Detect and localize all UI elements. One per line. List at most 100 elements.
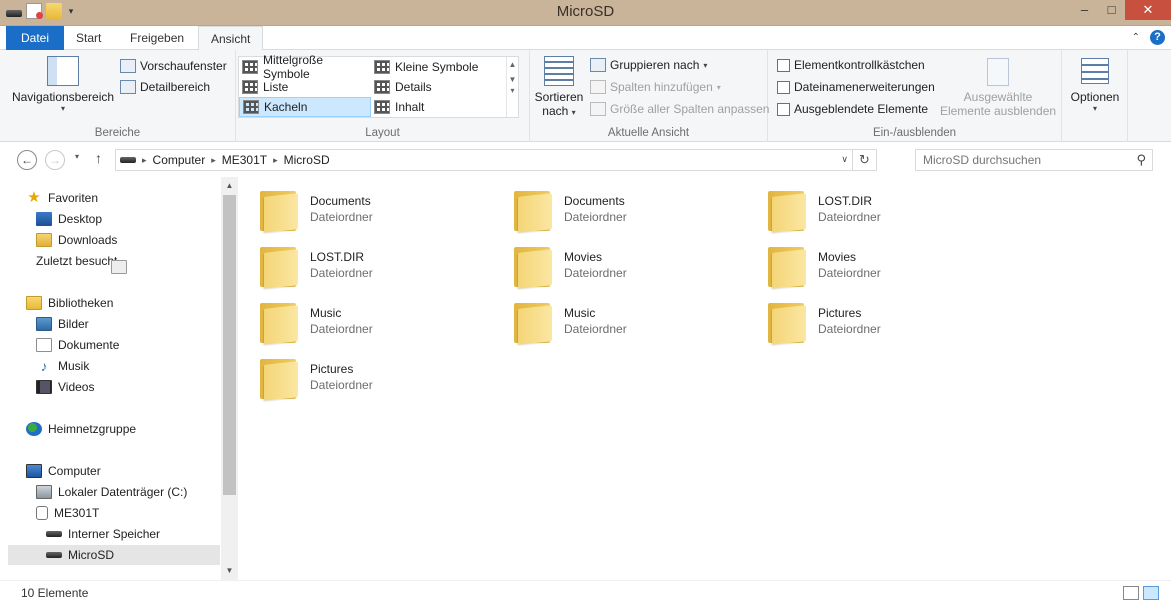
details-pane-button[interactable]: Detailbereich: [120, 77, 210, 97]
breadcrumb-computer[interactable]: Computer: [153, 153, 206, 167]
libraries-icon: [26, 296, 42, 310]
tree-dokumente[interactable]: Dokumente: [36, 335, 119, 355]
refresh-icon[interactable]: ↻: [852, 150, 876, 170]
list-item[interactable]: Documents Dateiordner: [260, 183, 500, 235]
back-button[interactable]: ←: [17, 150, 37, 170]
scrollbar-thumb[interactable]: [223, 195, 236, 495]
list-item[interactable]: Music Dateiordner: [514, 295, 754, 347]
large-icons-view-icon[interactable]: [1143, 586, 1159, 600]
tree-local-disk[interactable]: Lokaler Datenträger (C:): [36, 482, 187, 502]
preview-pane-button[interactable]: Vorschaufenster: [120, 56, 227, 76]
tree-heimnetzgruppe[interactable]: Heimnetzgruppe: [26, 419, 136, 439]
tiles-icon: [243, 100, 259, 114]
fit-columns-icon: [590, 102, 606, 116]
chevron-right-icon[interactable]: ▸: [273, 155, 278, 166]
device-icon: [36, 506, 48, 520]
music-icon: ♪: [40, 358, 48, 374]
sort-by-button[interactable]: Sortieren nach ▾: [534, 56, 584, 118]
list-item[interactable]: LOST.DIR Dateiordner: [768, 183, 1008, 235]
scroll-up-icon[interactable]: ▲: [221, 181, 238, 190]
navigation-pane-button[interactable]: Navigationsbereich ▾: [10, 56, 116, 113]
folder-icon: [768, 299, 808, 345]
scroll-up-icon[interactable]: ▲: [507, 60, 518, 69]
group-label-layout: Layout: [365, 127, 400, 139]
checkbox[interactable]: [777, 80, 790, 94]
list-item[interactable]: Music Dateiordner: [260, 295, 500, 347]
tab-start[interactable]: Start: [64, 26, 113, 50]
collapse-ribbon-icon[interactable]: ⌃: [1132, 32, 1140, 43]
group-by-button[interactable]: Gruppieren nach ▾: [590, 55, 707, 75]
layout-content[interactable]: Inhalt: [371, 97, 503, 117]
content-icon: [374, 100, 390, 114]
address-bar[interactable]: ▸ Computer ▸ ME301T ▸ MicroSD ∨ ↻: [115, 149, 877, 171]
help-icon[interactable]: ?: [1150, 30, 1165, 45]
tree-videos[interactable]: Videos: [36, 377, 94, 397]
group-ein-ausblenden: Elementkontrollkästchen Dateinamenerweit…: [768, 50, 1062, 142]
up-button[interactable]: ↑: [95, 150, 102, 166]
layout-details[interactable]: Details: [371, 77, 503, 97]
list-item[interactable]: Pictures Dateiordner: [768, 295, 1008, 347]
tree-interner-speicher[interactable]: Interner Speicher: [46, 524, 160, 544]
checkbox[interactable]: [777, 58, 790, 72]
gallery-expand-icon[interactable]: ▾: [507, 86, 518, 95]
layout-tiles[interactable]: Kacheln: [239, 97, 371, 117]
checkbox[interactable]: [777, 102, 790, 116]
file-extensions-toggle[interactable]: Dateinamenerweiterungen: [777, 77, 935, 97]
tree-desktop[interactable]: Desktop: [36, 209, 102, 229]
list-item[interactable]: LOST.DIR Dateiordner: [260, 239, 500, 291]
tab-ansicht[interactable]: Ansicht: [198, 26, 264, 51]
recent-locations-icon[interactable]: ▾: [75, 152, 79, 161]
navigation-scrollbar[interactable]: ▲ ▼: [221, 177, 238, 580]
tree-zuletzt-besucht[interactable]: Zuletzt besucht: [36, 251, 127, 274]
tree-downloads[interactable]: Downloads: [36, 230, 117, 250]
details-icon: [374, 80, 390, 94]
list-item[interactable]: Movies Dateiordner: [768, 239, 1008, 291]
group-optionen: Optionen ▾: [1062, 50, 1128, 142]
tree-microsd[interactable]: MicroSD: [8, 545, 220, 565]
layout-small-icons[interactable]: Kleine Symbole: [371, 57, 503, 77]
list-icon: [242, 80, 258, 94]
drive-icon: [120, 157, 136, 163]
search-input[interactable]: [916, 150, 1116, 170]
breadcrumb-microsd[interactable]: MicroSD: [284, 153, 330, 167]
list-item[interactable]: Movies Dateiordner: [514, 239, 754, 291]
sort-icon: [544, 56, 574, 86]
hide-selected-icon: [987, 58, 1009, 86]
tree-me301t[interactable]: ME301T: [36, 503, 99, 523]
breadcrumb-me301t[interactable]: ME301T: [222, 153, 267, 167]
group-label-aktuelle-ansicht: Aktuelle Ansicht: [607, 127, 690, 139]
tab-freigeben[interactable]: Freigeben: [118, 26, 196, 50]
address-dropdown-icon[interactable]: ∨: [841, 154, 848, 165]
medium-icons-icon: [242, 60, 258, 74]
details-view-icon[interactable]: [1123, 586, 1139, 600]
tree-computer[interactable]: Computer: [26, 461, 101, 481]
tree-musik[interactable]: ♪ Musik: [36, 356, 90, 376]
search-box[interactable]: ⚲: [915, 149, 1153, 171]
details-pane-icon: [120, 80, 136, 94]
tree-bilder[interactable]: Bilder: [36, 314, 89, 334]
scroll-down-icon[interactable]: ▼: [221, 566, 238, 575]
tree-bibliotheken[interactable]: Bibliotheken: [26, 293, 113, 313]
add-columns-button[interactable]: Spalten hinzufügen ▾: [590, 77, 721, 97]
options-button[interactable]: Optionen ▾: [1064, 58, 1126, 113]
list-item[interactable]: Pictures Dateiordner: [260, 351, 500, 403]
forward-button[interactable]: →: [45, 150, 65, 170]
hidden-items-toggle[interactable]: Ausgeblendete Elemente: [777, 99, 928, 119]
scroll-down-icon[interactable]: ▼: [507, 75, 518, 84]
fit-columns-button[interactable]: Größe aller Spalten anpassen: [590, 99, 769, 119]
item-checkboxes-toggle[interactable]: Elementkontrollkästchen: [777, 55, 925, 75]
tab-datei[interactable]: Datei: [6, 26, 65, 50]
item-count: 10 Elemente: [21, 586, 89, 600]
minimize-button[interactable]: –: [1071, 0, 1098, 20]
chevron-right-icon[interactable]: ▸: [142, 155, 147, 166]
search-icon[interactable]: ⚲: [1136, 152, 1146, 168]
tree-favoriten[interactable]: ★ Favoriten: [26, 188, 98, 208]
layout-list[interactable]: Liste: [239, 77, 371, 97]
close-button[interactable]: ✕: [1125, 0, 1171, 20]
chevron-right-icon[interactable]: ▸: [211, 155, 216, 166]
maximize-button[interactable]: □: [1098, 0, 1125, 20]
list-item[interactable]: Documents Dateiordner: [514, 183, 754, 235]
layout-medium-icons[interactable]: Mittelgroße Symbole: [239, 53, 371, 81]
hide-selected-button[interactable]: Ausgewählte Elemente ausblenden: [938, 58, 1058, 118]
gallery-scrollbar[interactable]: ▲ ▼ ▾: [506, 57, 518, 117]
